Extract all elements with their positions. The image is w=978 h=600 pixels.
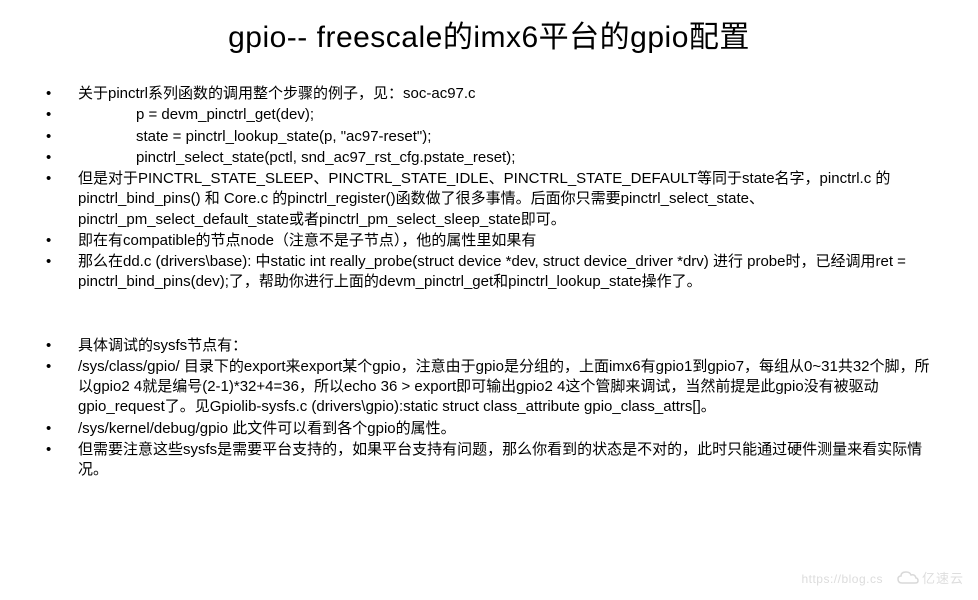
bullet-text: pinctrl_select_state(pctl, snd_ac97_rst_…: [78, 149, 515, 166]
bullet-text: 但需要注意这些sysfs是需要平台支持的，如果平台支持有问题，那么你看到的状态是…: [78, 441, 922, 478]
bullet-text: 那么在dd.c (drivers\base): 中static int real…: [78, 253, 906, 290]
bullet-list-1: 关于pinctrl系列函数的调用整个步骤的例子，见：soc-ac97.c p =…: [40, 84, 938, 293]
list-item: 那么在dd.c (drivers\base): 中static int real…: [40, 252, 938, 293]
watermark-url: https://blog.cs: [801, 572, 883, 586]
list-item: 但需要注意这些sysfs是需要平台支持的，如果平台支持有问题，那么你看到的状态是…: [40, 440, 938, 481]
list-item: pinctrl_select_state(pctl, snd_ac97_rst_…: [40, 148, 938, 168]
watermark-logo: 亿速云: [896, 564, 966, 592]
bullet-list-2: 具体调试的sysfs节点有： /sys/class/gpio/ 目录下的expo…: [40, 336, 938, 481]
list-item: state = pinctrl_lookup_state(p, "ac97-re…: [40, 127, 938, 147]
watermark-brand: 亿速云: [922, 568, 964, 587]
slide-title: gpio-- freescale的imx6平台的gpio配置: [40, 12, 938, 56]
section-spacer: [40, 294, 938, 336]
list-item: 即在有compatible的节点node（注意不是子节点），他的属性里如果有: [40, 231, 938, 251]
bullet-text: state = pinctrl_lookup_state(p, "ac97-re…: [78, 128, 431, 145]
bullet-text: 具体调试的sysfs节点有：: [78, 337, 247, 354]
bullet-text: /sys/class/gpio/ 目录下的export来export某个gpio…: [78, 358, 930, 416]
bullet-text: /sys/kernel/debug/gpio 此文件可以看到各个gpio的属性。: [78, 420, 456, 437]
list-item: 关于pinctrl系列函数的调用整个步骤的例子，见：soc-ac97.c: [40, 84, 938, 104]
bullet-text: 但是对于PINCTRL_STATE_SLEEP、PINCTRL_STATE_ID…: [78, 170, 890, 228]
list-item: /sys/class/gpio/ 目录下的export来export某个gpio…: [40, 357, 938, 418]
list-item: 具体调试的sysfs节点有：: [40, 336, 938, 356]
bullet-text: p = devm_pinctrl_get(dev);: [78, 106, 314, 123]
slide-content: gpio-- freescale的imx6平台的gpio配置 关于pinctrl…: [0, 0, 978, 501]
list-item: p = devm_pinctrl_get(dev);: [40, 105, 938, 125]
bullet-text: 即在有compatible的节点node（注意不是子节点），他的属性里如果有: [78, 232, 536, 249]
list-item: 但是对于PINCTRL_STATE_SLEEP、PINCTRL_STATE_ID…: [40, 169, 938, 230]
bullet-text: 关于pinctrl系列函数的调用整个步骤的例子，见：soc-ac97.c: [78, 85, 476, 102]
cloud-icon: [896, 570, 920, 586]
list-item: /sys/kernel/debug/gpio 此文件可以看到各个gpio的属性。: [40, 419, 938, 439]
